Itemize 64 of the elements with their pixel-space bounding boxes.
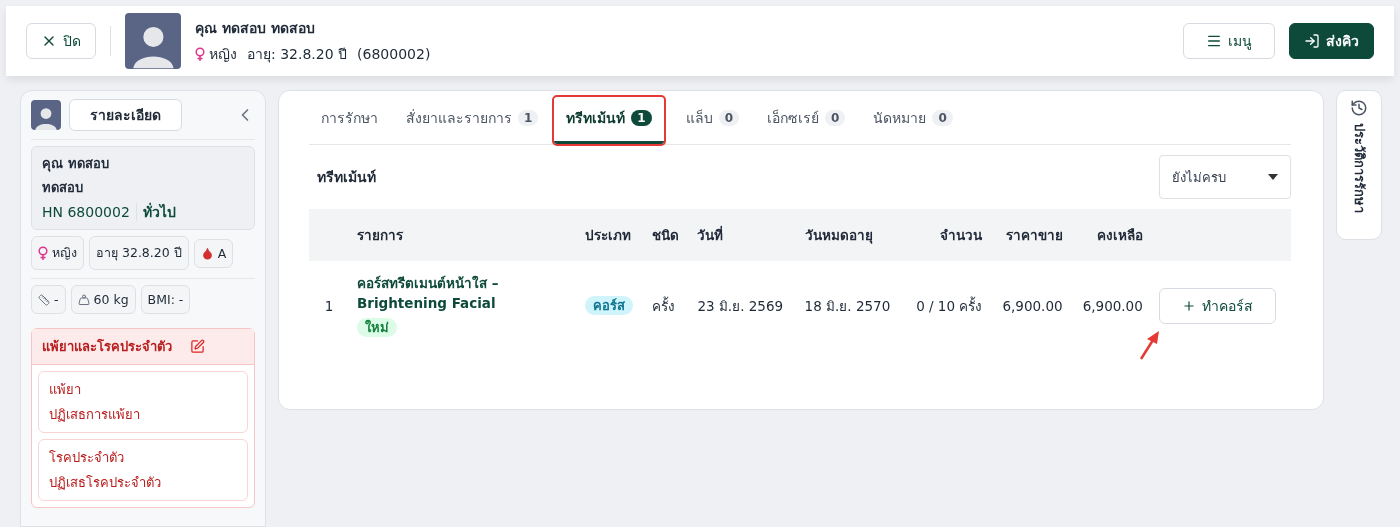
history-tab[interactable]: ประวัติการรักษา xyxy=(1336,90,1382,240)
column-header: รายการ xyxy=(349,209,577,261)
scale-icon xyxy=(77,293,90,306)
avatar-icon xyxy=(125,13,181,69)
row-number: 1 xyxy=(309,261,349,350)
column-header: ราคาขาย xyxy=(990,209,1071,261)
info-chip: A xyxy=(193,238,234,268)
patient-gender: หญิง xyxy=(209,45,237,64)
column-header: วันที่ xyxy=(689,209,797,261)
enter-icon xyxy=(1304,33,1320,49)
allergy-value: ปฏิเสธโรคประจำตัว xyxy=(49,474,162,492)
table-cell: 0 / 10 ครั้ง xyxy=(903,261,991,350)
menu-icon xyxy=(1206,33,1222,49)
plus-icon xyxy=(1181,298,1196,313)
use-course-button[interactable]: ทำคอร์ส xyxy=(1158,287,1276,324)
vital-chip: 60 kg xyxy=(70,285,136,314)
send-queue-button[interactable]: ส่งคิว xyxy=(1289,23,1374,59)
edit-icon[interactable] xyxy=(190,339,205,354)
patient-id: (6800002) xyxy=(357,46,431,62)
vital-chip: BMI: - xyxy=(140,285,191,314)
allergy-label: แพ้ยา xyxy=(49,381,82,399)
course-name: คอร์สทรีตเมนต์หน้าใส – Brightening Facial xyxy=(357,274,500,313)
history-icon xyxy=(1350,99,1368,117)
info-chip: หญิง xyxy=(31,236,84,270)
tab[interactable]: ทรีทเม้นท์ 1 xyxy=(554,97,664,144)
tab[interactable]: การรักษา xyxy=(309,97,390,144)
table-cell: 6,900.00 xyxy=(990,261,1071,350)
table-cell: 18 มิ.ย. 2570 xyxy=(796,261,904,350)
table-cell: ครั้ง xyxy=(644,261,690,350)
section-title: ทรีทเม้นท์ xyxy=(317,168,376,187)
details-button[interactable]: รายละเอียด xyxy=(69,99,182,131)
new-badge: ใหม่ xyxy=(357,318,397,337)
caret-icon xyxy=(1268,174,1278,180)
avatar-icon xyxy=(31,100,61,130)
hn-number: HN 6800002 xyxy=(42,204,130,220)
table-cell: 23 มิ.ย. 2569 xyxy=(689,261,797,350)
type-badge: คอร์ส xyxy=(584,296,633,315)
column-header: ประเภท xyxy=(576,209,645,261)
column-header: ชนิด xyxy=(644,209,690,261)
menu-button[interactable]: เมนู xyxy=(1183,23,1275,59)
allergy-label: โรคประจำตัว xyxy=(49,449,125,467)
column-header: จำนวน xyxy=(903,209,991,261)
blood-drop-icon xyxy=(200,246,214,260)
column-header: วันหมดอายุ xyxy=(796,209,904,261)
patient-name: ทดสอบ xyxy=(42,179,84,197)
status-dropdown[interactable]: ยังไม่ครบ xyxy=(1159,155,1291,199)
female-icon xyxy=(195,47,205,61)
patient-name: คุณ ทดสอบ xyxy=(42,155,110,174)
patient-type: ทั่วไป xyxy=(142,201,176,222)
close-button[interactable]: ปิด xyxy=(26,23,96,59)
female-icon xyxy=(38,246,48,260)
info-chip: อายุ 32.8.20 ปี xyxy=(89,236,189,270)
allergy-value: ปฏิเสธการแพ้ยา xyxy=(49,406,141,424)
ruler-icon xyxy=(38,293,50,306)
tab[interactable]: นัดหมาย 0 xyxy=(861,97,965,144)
table-cell: 6,900.00 xyxy=(1070,261,1151,350)
tab[interactable]: สั่งยาและรายการ 1 xyxy=(394,97,551,144)
vital-chip: - xyxy=(31,285,66,314)
patient-age: อายุ: 32.8.20 ปี xyxy=(247,45,348,65)
tab[interactable]: เอ็กซเรย์ 0 xyxy=(755,97,858,144)
tab[interactable]: แล็บ 0 xyxy=(673,97,752,144)
allergy-title: แพ้ยาและโรคประจำตัว xyxy=(42,338,172,356)
column-header: คงเหลือ xyxy=(1070,209,1151,261)
patient-name: คุณ ทดสอบ ทดสอบ xyxy=(195,19,316,39)
